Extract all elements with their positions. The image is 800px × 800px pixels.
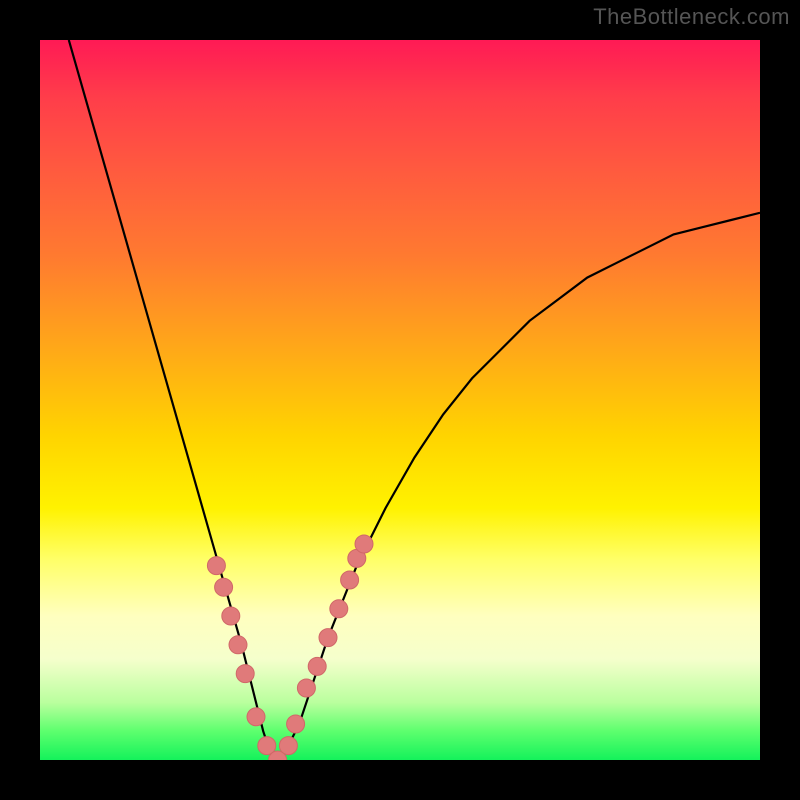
highlight-dot [279, 737, 297, 755]
chart-frame: TheBottleneck.com [0, 0, 800, 800]
bottleneck-curve-svg [40, 40, 760, 760]
highlight-dot [222, 607, 240, 625]
highlight-dot [247, 708, 265, 726]
highlight-dot [287, 715, 305, 733]
highlight-dot [215, 578, 233, 596]
highlight-dot [207, 557, 225, 575]
highlight-dot [297, 679, 315, 697]
highlight-dot [308, 657, 326, 675]
watermark-text: TheBottleneck.com [593, 4, 790, 30]
highlight-dots-group [207, 535, 373, 760]
plot-gradient-area [40, 40, 760, 760]
highlight-dot [355, 535, 373, 553]
highlight-dot [330, 600, 348, 618]
highlight-dot [229, 636, 247, 654]
highlight-dot [319, 629, 337, 647]
bottleneck-curve-path [69, 40, 760, 760]
highlight-dot [341, 571, 359, 589]
highlight-dot [236, 665, 254, 683]
